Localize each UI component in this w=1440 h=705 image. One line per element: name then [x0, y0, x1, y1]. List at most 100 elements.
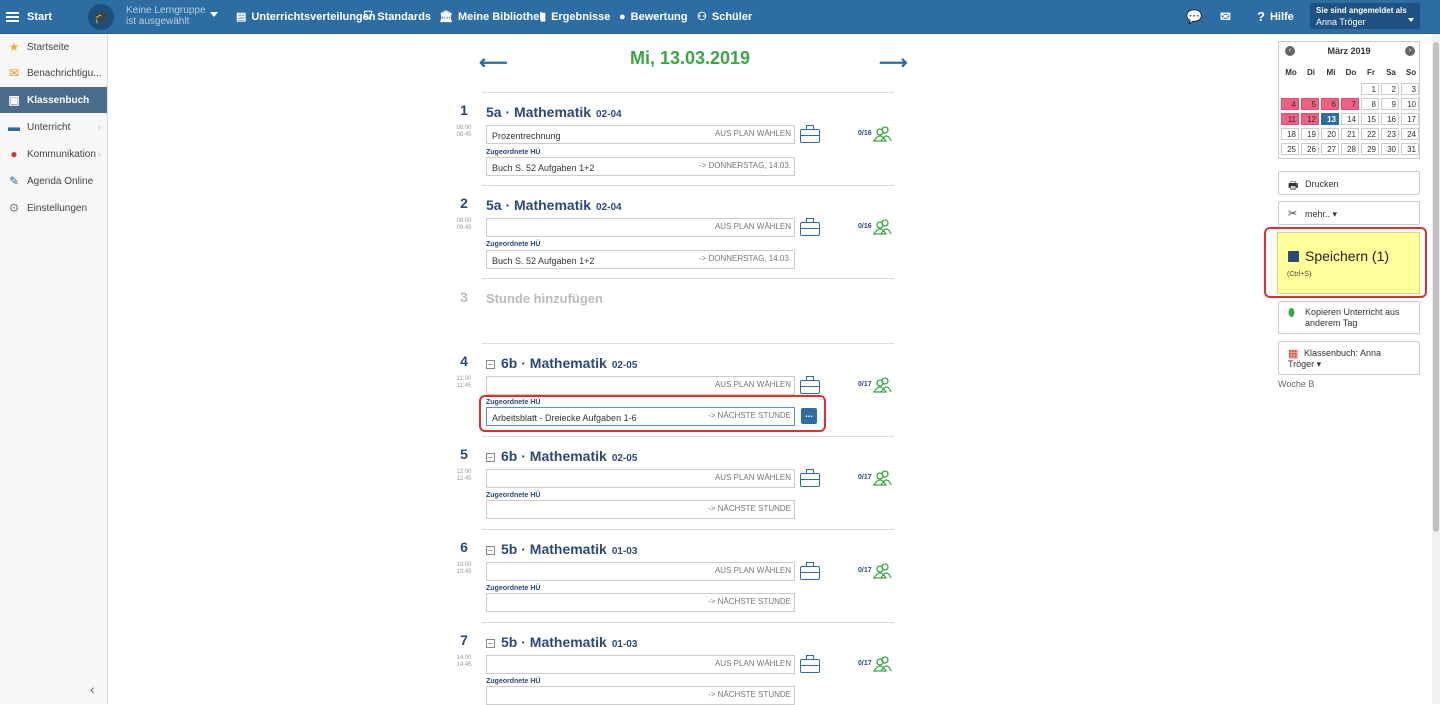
students-icon[interactable] — [872, 561, 892, 579]
briefcase-icon[interactable] — [800, 562, 822, 580]
collapse-toggle-icon[interactable]: − — [486, 452, 495, 462]
homework-input[interactable]: -> NÄCHSTE STUNDE — [486, 500, 795, 519]
calendar-day[interactable]: 6 — [1321, 98, 1339, 110]
sidebar-item-startseite[interactable]: ★ Startseite — [0, 34, 107, 60]
sidebar-item-einstellungen[interactable]: ⚙ Einstellungen — [0, 195, 107, 221]
nav-schueler[interactable]: ⚇ Schüler — [697, 0, 752, 33]
lesson-title[interactable]: 5a · Mathematik 02-04 — [486, 104, 622, 120]
collapse-toggle-icon[interactable]: − — [486, 545, 495, 555]
choose-from-plan-link[interactable]: AUS PLAN WÄHLEN — [715, 566, 791, 575]
choose-from-plan-link[interactable]: AUS PLAN WÄHLEN — [715, 129, 791, 138]
calendar-day[interactable]: 18 — [1281, 128, 1299, 140]
copy-lesson-button[interactable]: ⬮ Kopieren Unterricht aus anderem Tag — [1278, 301, 1420, 334]
print-button[interactable]: 🖶 Drucken — [1278, 171, 1420, 195]
calendar-day[interactable]: 15 — [1361, 113, 1379, 125]
calendar-day[interactable]: 25 — [1281, 143, 1299, 155]
calendar-day[interactable]: 1 — [1361, 83, 1379, 95]
students-icon[interactable] — [872, 124, 892, 142]
calendar-day[interactable]: 21 — [1341, 128, 1359, 140]
lesson-topic-input[interactable]: AUS PLAN WÄHLEN — [486, 562, 795, 581]
sidebar-item-unterricht[interactable]: ▬ Unterricht › — [0, 114, 107, 140]
choose-from-plan-link[interactable]: AUS PLAN WÄHLEN — [715, 222, 791, 231]
calendar-day[interactable]: 31 — [1401, 143, 1419, 155]
calendar-day[interactable]: 24 — [1401, 128, 1419, 140]
calendar-day[interactable]: 4 — [1281, 98, 1299, 110]
nav-ergebnisse[interactable]: ▮ Ergebnisse — [540, 0, 610, 33]
lesson-title[interactable]: −6b · Mathematik 02-05 — [486, 448, 637, 464]
calendar-day[interactable]: 20 — [1321, 128, 1339, 140]
choose-from-plan-link[interactable]: AUS PLAN WÄHLEN — [715, 659, 791, 668]
graduation-cap-icon[interactable]: 🎓 — [88, 4, 114, 30]
students-icon[interactable] — [872, 654, 892, 672]
previous-day-arrow-icon[interactable]: ⟵ — [479, 50, 508, 75]
calendar-day[interactable]: 16 — [1381, 113, 1399, 125]
calendar-day[interactable]: 19 — [1301, 128, 1319, 140]
choose-from-plan-link[interactable]: AUS PLAN WÄHLEN — [715, 380, 791, 389]
group-selector[interactable]: Keine Lerngruppe ist ausgewählt — [126, 5, 206, 27]
calendar-day[interactable]: 17 — [1401, 113, 1419, 125]
sidebar-item-agenda-online[interactable]: ✎ Agenda Online — [0, 168, 107, 194]
help-button[interactable]: ? Hilfe — [1257, 0, 1294, 33]
lesson-topic-input[interactable]: AUS PLAN WÄHLEN — [486, 218, 795, 237]
scrollbar-thumb[interactable] — [1433, 42, 1439, 532]
sidebar-item-kommunikation[interactable]: ● Kommunikation › — [0, 141, 107, 167]
sidebar-item-klassenbuch[interactable]: ▣ Klassenbuch — [0, 87, 107, 113]
calendar-day[interactable]: 3 — [1401, 83, 1419, 95]
calendar-next-icon[interactable]: › — [1405, 46, 1415, 56]
mail-icon[interactable]: ✉ — [1220, 0, 1231, 33]
homework-input[interactable]: -> NÄCHSTE STUNDE — [486, 593, 795, 612]
calendar-day[interactable]: 29 — [1361, 143, 1379, 155]
more-button[interactable]: ✂ mehr.. ▾ — [1278, 201, 1420, 225]
homework-input[interactable]: -> NÄCHSTE STUNDE — [486, 686, 795, 705]
save-button[interactable]: Speichern (1) (Ctrl+S) — [1277, 232, 1420, 294]
lesson-title[interactable]: −5b · Mathematik 01-03 — [486, 634, 637, 650]
chat-icon[interactable]: 💬 — [1186, 0, 1202, 33]
user-menu[interactable]: Sie sind angemeldet als Anna Tröger — [1310, 3, 1420, 29]
briefcase-icon[interactable] — [800, 376, 822, 394]
calendar-day[interactable]: 5 — [1301, 98, 1319, 110]
homework-input[interactable]: Arbeitsblatt - Dreiecke Aufgaben 1-6 -> N… — [486, 407, 795, 426]
sidebar-item-benachrichtigungen[interactable]: ✉ Benachrichtigu... — [0, 60, 107, 86]
calendar-day[interactable]: 7 — [1341, 98, 1359, 110]
add-lesson-link[interactable]: Stunde hinzufügen — [486, 291, 603, 306]
calendar-day[interactable]: 14 — [1341, 113, 1359, 125]
briefcase-icon[interactable] — [800, 125, 822, 143]
calendar-day[interactable]: 12 — [1301, 113, 1319, 125]
chevron-down-icon[interactable] — [210, 12, 218, 17]
calendar-day[interactable]: 28 — [1341, 143, 1359, 155]
students-icon[interactable] — [872, 375, 892, 393]
collapse-sidebar-icon[interactable]: ‹ — [90, 681, 95, 697]
lesson-title[interactable]: 5a · Mathematik 02-04 — [486, 197, 622, 213]
collapse-toggle-icon[interactable]: − — [486, 638, 495, 648]
briefcase-icon[interactable] — [800, 655, 822, 673]
calendar-day[interactable]: 27 — [1321, 143, 1339, 155]
calendar-day[interactable]: 8 — [1361, 98, 1379, 110]
calendar-day[interactable]: 10 — [1401, 98, 1419, 110]
lesson-title[interactable]: −6b · Mathematik 02-05 — [486, 355, 637, 371]
calendar-day[interactable]: 30 — [1381, 143, 1399, 155]
next-day-arrow-icon[interactable]: ⟶ — [879, 50, 908, 75]
students-icon[interactable] — [872, 468, 892, 486]
choose-from-plan-link[interactable]: AUS PLAN WÄHLEN — [715, 473, 791, 482]
collapse-toggle-icon[interactable]: − — [486, 359, 495, 369]
lesson-topic-input[interactable]: AUS PLAN WÄHLEN — [486, 469, 795, 488]
classbook-selector-button[interactable]: ▦ Klassenbuch: Anna Tröger ▾ — [1278, 341, 1420, 375]
calendar-day[interactable]: 2 — [1381, 83, 1399, 95]
homework-input[interactable]: Buch S. 52 Aufgaben 1+2 -> DONNERSTAG, 14… — [486, 157, 795, 176]
lesson-topic-input[interactable]: Prozentrechnung AUS PLAN WÄHLEN — [486, 125, 795, 144]
nav-standards[interactable]: ⛉ Standards — [364, 0, 431, 33]
lesson-topic-input[interactable]: AUS PLAN WÄHLEN — [486, 655, 795, 674]
calendar-day[interactable]: 26 — [1301, 143, 1319, 155]
nav-bewertung[interactable]: ● Bewertung — [619, 0, 688, 33]
calendar-day[interactable]: 11 — [1281, 113, 1299, 125]
students-icon[interactable] — [872, 217, 892, 235]
calendar-day[interactable]: 9 — [1381, 98, 1399, 110]
nav-meine-bibliothek[interactable]: 🏛 Meine Bibliothek — [439, 0, 545, 33]
briefcase-icon[interactable] — [800, 218, 822, 236]
nav-unterrichtsverteilungen[interactable]: ▤ Unterrichtsverteilungen — [236, 0, 376, 33]
page-scrollbar[interactable] — [1432, 34, 1440, 704]
briefcase-icon[interactable] — [800, 469, 822, 487]
calendar-day[interactable]: 22 — [1361, 128, 1379, 140]
homework-options-button[interactable]: ... — [801, 408, 817, 424]
calendar-day[interactable]: 13 — [1321, 113, 1339, 125]
